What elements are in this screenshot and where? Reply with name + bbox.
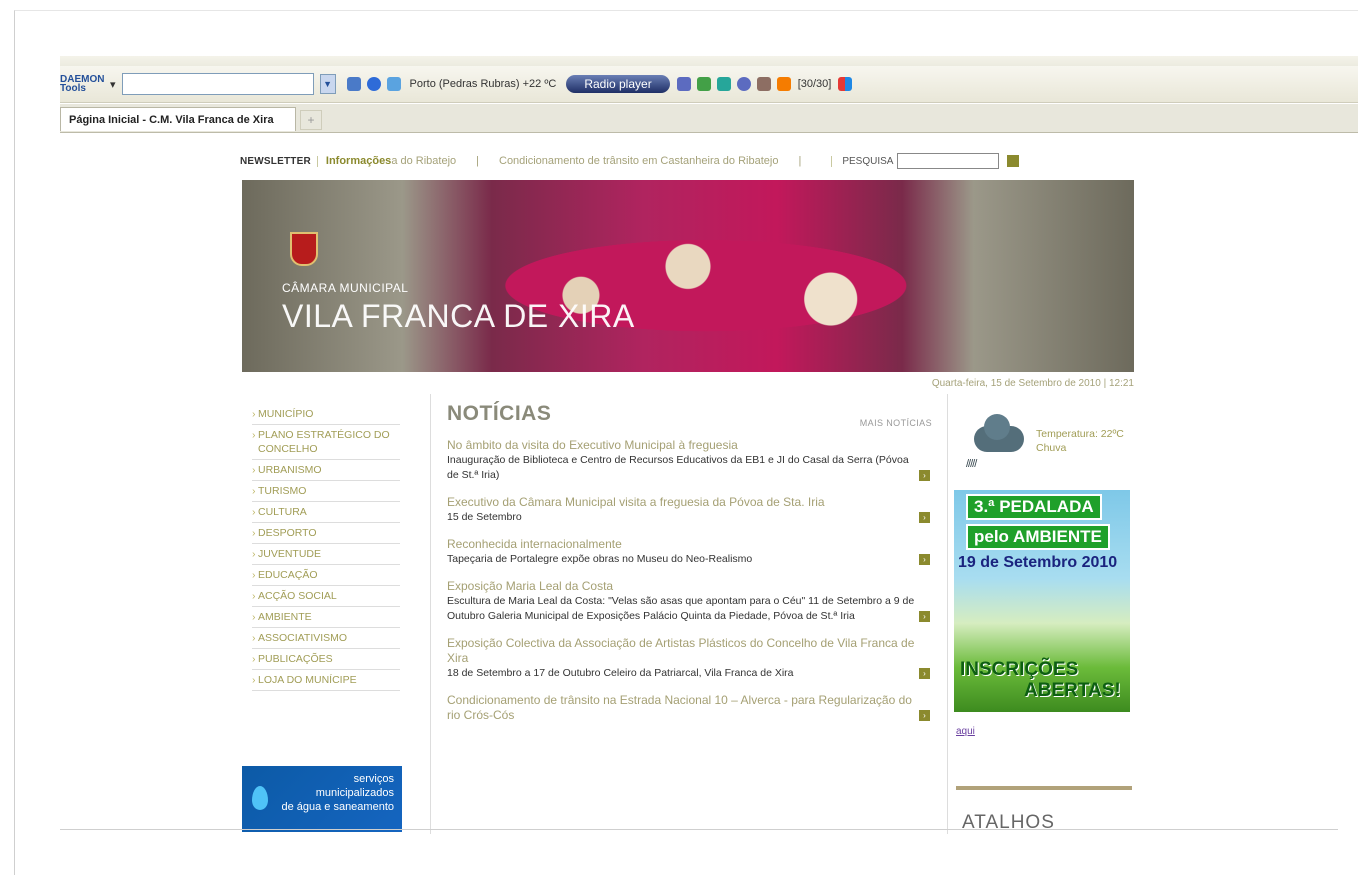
clock-icon[interactable]: [736, 77, 751, 91]
ad-line-4: INSCRIÇÕES: [960, 659, 1079, 680]
search-go-button[interactable]: [1007, 155, 1020, 167]
tab-pagina-inicial[interactable]: Página Inicial - C.M. Vila Franca de Xir…: [60, 107, 296, 131]
ticker-separator: |: [476, 155, 479, 167]
banner-title[interactable]: VILA FRANCA DE XIRA: [282, 298, 635, 335]
browser-toolbar: DAEMON Tools ▾ ▼ Porto (Pedras Rubras) +…: [60, 66, 1358, 103]
divider: [956, 786, 1132, 790]
toolbar-counter: [30/30]: [797, 78, 832, 90]
municipal-crest-icon[interactable]: [290, 232, 318, 266]
tab-bar: Página Inicial - C.M. Vila Franca de Xir…: [60, 104, 1358, 133]
sidebar-item-urbanismo[interactable]: URBANISMO: [252, 460, 400, 481]
informacoes-label: Informações: [325, 155, 392, 167]
sidebar-item-municipio[interactable]: MUNICÍPIO: [252, 404, 400, 425]
news-item: Reconhecida internacionalmente Tapeçaria…: [447, 537, 940, 567]
sidebar-item-accao-social[interactable]: ACÇÃO SOCIAL: [252, 586, 400, 607]
news-item: Exposição Colectiva da Associação de Art…: [447, 636, 940, 681]
news-item-summary: Tapeçaria de Portalegre expõe obras no M…: [447, 553, 753, 565]
news-ticker-1[interactable]: a do Ribatejo: [391, 155, 456, 167]
news-item-title[interactable]: Reconhecida internacionalmente: [447, 537, 920, 552]
ad-line-1: 3.ª PEDALADA: [966, 494, 1102, 520]
news-item-summary: Inauguração de Biblioteca e Centro de Re…: [447, 454, 909, 481]
ad-line-3: 19 de Setembro 2010: [958, 554, 1118, 571]
news-section: NOTÍCIAS MAIS NOTÍCIAS No âmbito da visi…: [430, 394, 940, 834]
atalhos-heading: ATALHOS: [962, 812, 1055, 833]
rss-icon[interactable]: [776, 77, 791, 91]
sidebar-item-publicacoes[interactable]: PUBLICAÇÕES: [252, 649, 400, 670]
site-search-input[interactable]: [897, 153, 1000, 169]
pen-icon[interactable]: [756, 77, 771, 91]
volume-icon[interactable]: [676, 77, 691, 91]
news-item: No âmbito da visita do Executivo Municip…: [447, 438, 940, 483]
rain-drops-icon: /////: [966, 458, 977, 470]
smas-promo-banner[interactable]: serviços municipalizados de água e sanea…: [242, 766, 402, 832]
sidebar-menu: MUNICÍPIO PLANO ESTRATÉGICO DO CONCELHO …: [252, 404, 400, 691]
chevron-down-icon[interactable]: ▾: [110, 78, 116, 91]
banner-subtitle: CÂMARA MUNICIPAL: [282, 281, 409, 295]
daemon-tools-button[interactable]: DAEMON Tools: [60, 75, 104, 94]
sidebar-item-desporto[interactable]: DESPORTO: [252, 523, 400, 544]
weather-widget: ///// Temperatura: 22ºC Chuva: [958, 414, 1134, 480]
sidebar-item-cultura[interactable]: CULTURA: [252, 502, 400, 523]
news-item-arrow-icon[interactable]: ›: [919, 512, 930, 523]
right-column: ///// Temperatura: 22ºC Chuva 3.ª PEDALA…: [947, 394, 1134, 834]
globe-icon[interactable]: [366, 77, 381, 91]
sidebar-item-loja-municipe[interactable]: LOJA DO MUNÍCIPE: [252, 670, 400, 691]
news-item-arrow-icon[interactable]: ›: [919, 470, 930, 481]
weather-temperature: Temperatura: 22ºC: [1036, 428, 1124, 440]
dropdown-arrow-icon[interactable]: ▼: [319, 74, 336, 94]
sidebar-item-juventude[interactable]: JUVENTUDE: [252, 544, 400, 565]
promo-line-2: municipalizados: [315, 787, 394, 799]
news-item-arrow-icon[interactable]: ›: [919, 611, 930, 622]
promo-line-1: serviços: [353, 773, 394, 785]
ad-line-5: ABERTAS!: [1024, 680, 1121, 701]
news-item: Condicionamento de trânsito na Estrada N…: [447, 693, 940, 723]
news-item-title[interactable]: Exposição Colectiva da Associação de Art…: [447, 636, 920, 666]
news-item: Exposição Maria Leal da Costa Escultura …: [447, 579, 940, 624]
search-label: PESQUISA: [831, 155, 893, 167]
news-item-arrow-icon[interactable]: ›: [919, 554, 930, 565]
news-item-arrow-icon[interactable]: ›: [919, 668, 930, 679]
news-ticker-2[interactable]: Condicionamento de trânsito em Castanhei…: [499, 155, 778, 167]
news-item-title[interactable]: Executivo da Câmara Municipal visita a f…: [447, 495, 920, 510]
promo-line-3: de água e saneamento: [281, 801, 394, 813]
sidebar-item-associativismo[interactable]: ASSOCIATIVISMO: [252, 628, 400, 649]
news-item-summary: 18 de Setembro a 17 de Outubro Celeiro d…: [447, 667, 794, 679]
news-item: Executivo da Câmara Municipal visita a f…: [447, 495, 940, 525]
sidebar-item-educacao[interactable]: EDUCAÇÃO: [252, 565, 400, 586]
new-tab-button[interactable]: +: [300, 110, 322, 130]
pedalada-ad-banner[interactable]: 3.ª PEDALADA pelo AMBIENTE 19 de Setembr…: [954, 490, 1130, 712]
sidebar-item-plano-estrategico[interactable]: PLANO ESTRATÉGICO DO CONCELHO: [252, 425, 400, 460]
aqui-link[interactable]: aqui: [956, 726, 975, 737]
apps-icon[interactable]: [838, 77, 853, 91]
more-news-link[interactable]: MAIS NOTÍCIAS: [860, 418, 932, 428]
radio-player-button[interactable]: Radio player: [566, 75, 670, 93]
search-icon[interactable]: [346, 77, 361, 91]
water-drop-icon: [252, 786, 268, 810]
news-item-title[interactable]: Condicionamento de trânsito na Estrada N…: [447, 693, 920, 723]
site-topbar: NEWSLETTER Informações a do Ribatejo | C…: [240, 150, 1134, 172]
news-item-summary: Escultura de Maria Leal da Costa: "Velas…: [447, 595, 915, 622]
sidebar-item-turismo[interactable]: TURISMO: [252, 481, 400, 502]
news-item-arrow-icon[interactable]: ›: [919, 710, 930, 721]
weather-condition: Chuva: [1036, 442, 1067, 454]
news-item-summary: 15 de Setembro: [447, 511, 522, 523]
bottom-divider: [60, 829, 1338, 830]
ad-line-2: pelo AMBIENTE: [966, 524, 1110, 550]
weather-icon[interactable]: [386, 77, 401, 91]
image-icon[interactable]: [716, 77, 731, 91]
header-banner: CÂMARA MUNICIPAL VILA FRANCA DE XIRA: [242, 180, 1134, 372]
rain-cloud-icon: [974, 414, 1024, 452]
newsletter-link[interactable]: NEWSLETTER: [240, 155, 318, 167]
ticker-separator: |: [798, 155, 802, 167]
news-item-title[interactable]: Exposição Maria Leal da Costa: [447, 579, 920, 594]
toolbar-weather-text[interactable]: Porto (Pedras Rubras) +22 ºC: [410, 78, 557, 90]
sidebar-item-ambiente[interactable]: AMBIENTE: [252, 607, 400, 628]
bookmark-icon[interactable]: [696, 77, 711, 91]
news-item-title[interactable]: No âmbito da visita do Executivo Municip…: [447, 438, 920, 453]
current-date: Quarta-feira, 15 de Setembro de 2010 | 1…: [931, 378, 1134, 389]
toolbar-search-input[interactable]: [121, 73, 314, 95]
menu-strip: [60, 56, 1358, 66]
